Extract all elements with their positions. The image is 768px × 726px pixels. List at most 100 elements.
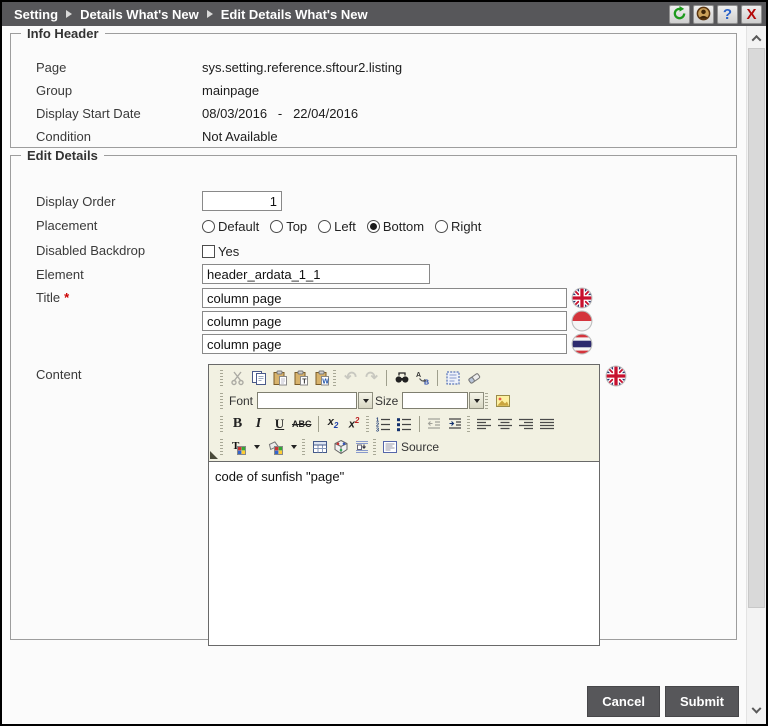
paste-as-text-button[interactable]: T — [290, 368, 311, 388]
close-icon: X — [746, 5, 757, 23]
scrollbar-thumb[interactable] — [748, 48, 765, 608]
redo-button[interactable]: ↷ — [361, 368, 382, 388]
display-order-input[interactable] — [202, 191, 282, 211]
fill-color-dropdown[interactable] — [286, 438, 301, 455]
required-asterisk: * — [64, 290, 70, 305]
indonesia-flag-icon[interactable] — [571, 310, 593, 332]
placement-option-right[interactable]: Right — [435, 219, 481, 234]
content-row: Content T W ↶ ↷ A B Font Size B I U ABC … — [11, 364, 736, 646]
disabled-backdrop-checkbox[interactable] — [202, 244, 215, 258]
font-combo — [257, 392, 374, 409]
superscript-button[interactable]: x2 — [344, 414, 365, 434]
disabled-backdrop-label: Disabled Backdrop — [36, 243, 146, 258]
undo-icon: ↶ — [344, 369, 357, 386]
breadcrumb-item-setting[interactable]: Setting — [14, 7, 58, 22]
breadcrumb-separator-icon — [206, 10, 213, 18]
help-button[interactable]: ? — [717, 4, 738, 24]
breadcrumb-item-details-whats-new[interactable]: Details What's New — [80, 7, 199, 22]
align-left-button[interactable] — [474, 414, 495, 434]
insert-table-button[interactable] — [309, 437, 330, 457]
placement-option-bottom[interactable]: Bottom — [366, 219, 424, 234]
replace-button[interactable]: AB — [412, 368, 433, 388]
uk-flag-icon[interactable] — [571, 287, 593, 309]
svg-text:A: A — [416, 372, 421, 379]
toolbar-collapse-icon[interactable] — [210, 451, 218, 459]
font-dropdown-button[interactable] — [358, 392, 374, 409]
remove-format-button[interactable] — [463, 368, 484, 388]
radio-icon[interactable] — [366, 219, 380, 233]
insert-special-button[interactable] — [330, 437, 351, 457]
page-break-button[interactable] — [351, 437, 372, 457]
decrease-indent-button[interactable] — [424, 414, 445, 434]
numbered-list-button[interactable]: 123 — [373, 414, 394, 434]
fill-color-button[interactable] — [264, 437, 285, 457]
toolbar-grip — [220, 369, 223, 386]
submit-button[interactable]: Submit — [664, 686, 739, 717]
text-color-button[interactable]: T — [227, 437, 248, 457]
increase-indent-button[interactable] — [445, 414, 466, 434]
font-select[interactable] — [257, 392, 358, 409]
title-input-indonesian[interactable] — [202, 311, 567, 331]
size-dropdown-button[interactable] — [469, 392, 485, 409]
superscript-icon: x2 — [348, 416, 360, 431]
italic-icon: I — [255, 415, 262, 431]
thailand-flag-icon[interactable] — [571, 333, 593, 355]
bold-button[interactable]: B — [227, 414, 248, 434]
size-select[interactable] — [402, 392, 469, 409]
bold-icon: B — [232, 415, 243, 431]
cut-button[interactable] — [227, 368, 248, 388]
subscript-button[interactable]: x2 — [323, 414, 344, 434]
refresh-icon — [672, 5, 687, 23]
toolbar-grip — [373, 438, 376, 455]
source-button[interactable]: Source — [380, 437, 441, 457]
align-center-button[interactable] — [495, 414, 516, 434]
title-input-english[interactable] — [202, 288, 567, 308]
placement-option-top[interactable]: Top — [270, 219, 307, 234]
cut-icon — [230, 370, 246, 386]
find-button[interactable] — [391, 368, 412, 388]
undo-button[interactable]: ↶ — [340, 368, 361, 388]
placement-option-label: Left — [334, 218, 356, 234]
radio-icon[interactable] — [318, 219, 332, 233]
align-right-button[interactable] — [516, 414, 537, 434]
form-area: Info Header Page sys.setting.reference.s… — [2, 26, 744, 724]
select-all-icon — [445, 370, 461, 386]
radio-icon[interactable] — [435, 219, 449, 233]
chevron-down-icon — [473, 398, 480, 403]
uk-flag-icon[interactable] — [605, 365, 627, 387]
paste-icon — [272, 370, 288, 386]
paste-button[interactable] — [269, 368, 290, 388]
toolbar-separator — [386, 369, 387, 386]
support-button[interactable] — [693, 4, 714, 24]
align-left-icon — [476, 416, 492, 432]
element-input[interactable] — [202, 264, 430, 284]
title-input-thai[interactable] — [202, 334, 567, 354]
vertical-scrollbar[interactable] — [746, 26, 766, 724]
condition-value: Not Available — [202, 129, 278, 144]
paste-from-word-button[interactable]: W — [311, 368, 332, 388]
edit-details-section: Edit Details Display Order Placement Def… — [10, 148, 737, 646]
info-header-legend: Info Header — [27, 26, 99, 41]
disabled-backdrop-option-label: Yes — [218, 243, 240, 259]
placement-option-label: Right — [451, 218, 482, 234]
radio-icon[interactable] — [270, 219, 284, 233]
bulleted-list-button[interactable] — [394, 414, 415, 434]
strikethrough-button[interactable]: ABC — [290, 414, 314, 434]
refresh-button[interactable] — [669, 4, 690, 24]
text-color-dropdown[interactable] — [249, 438, 264, 455]
underline-button[interactable]: U — [269, 414, 290, 434]
toolbar-grip — [220, 438, 223, 455]
select-all-button[interactable] — [442, 368, 463, 388]
cancel-button[interactable]: Cancel — [587, 686, 660, 717]
italic-button[interactable]: I — [248, 414, 269, 434]
scroll-up-button[interactable] — [747, 30, 766, 47]
insert-image-button[interactable] — [492, 391, 513, 411]
placement-option-default[interactable]: Default — [202, 219, 259, 234]
placement-option-left[interactable]: Left — [318, 219, 356, 234]
copy-button[interactable] — [248, 368, 269, 388]
radio-icon[interactable] — [202, 219, 215, 233]
editor-content[interactable]: code of sunfish "page" — [209, 462, 599, 645]
scroll-down-button[interactable] — [747, 703, 766, 720]
close-button[interactable]: X — [741, 4, 762, 24]
align-justify-button[interactable] — [537, 414, 558, 434]
